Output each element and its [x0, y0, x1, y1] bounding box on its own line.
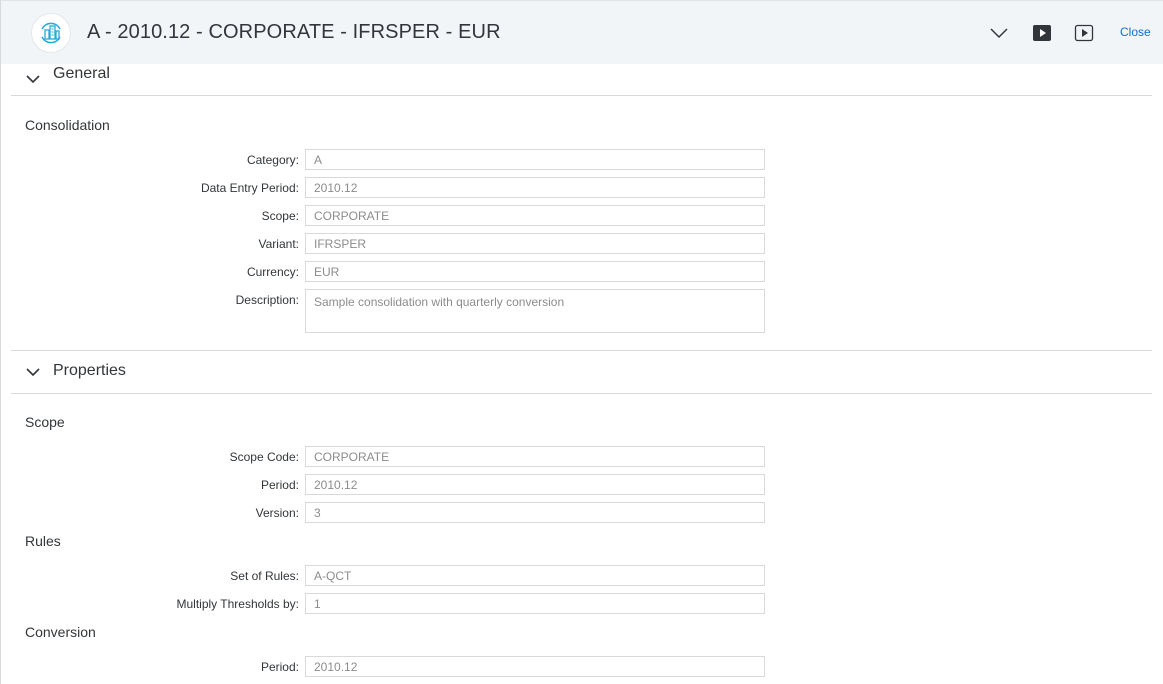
scope-code-label: Scope Code	[1, 450, 299, 464]
variant-field[interactable]: IFRSPER	[305, 233, 765, 254]
scope-field[interactable]: CORPORATE	[305, 205, 765, 226]
description-label: Description	[1, 293, 299, 307]
group-title-scope: Scope	[25, 414, 65, 430]
consolidation-logo-icon	[31, 13, 71, 53]
category-label: Category	[1, 153, 299, 167]
data-entry-period-field[interactable]: 2010.12	[305, 177, 765, 198]
object-header: A - 2010.12 - CORPORATE - IFRSPER - EUR …	[1, 0, 1163, 64]
section-general-title: General	[53, 65, 110, 82]
currency-label: Currency	[1, 265, 299, 279]
multiply-thresholds-field[interactable]: 1	[305, 593, 765, 614]
currency-field[interactable]: EUR	[305, 261, 765, 282]
page-title: A - 2010.12 - CORPORATE - IFRSPER - EUR	[87, 21, 501, 43]
group-title-conversion: Conversion	[25, 624, 96, 640]
category-field[interactable]: A	[305, 149, 765, 170]
scope-label: Scope	[1, 209, 299, 223]
play-filled-icon	[1033, 25, 1051, 41]
data-entry-period-label: Data Entry Period	[1, 181, 299, 195]
period-label: Period	[1, 478, 299, 492]
play-outline-icon	[1074, 24, 1094, 42]
variant-label: Variant	[1, 237, 299, 251]
set-of-rules-field[interactable]: A-QCT	[305, 565, 765, 586]
chevron-down-icon	[990, 28, 1008, 39]
close-link[interactable]: Close	[1120, 25, 1151, 39]
set-of-rules-label: Set of Rules	[1, 569, 299, 583]
version-field[interactable]: 3	[305, 502, 765, 523]
play-outline-button[interactable]	[1072, 21, 1096, 45]
chevron-down-icon	[26, 75, 40, 84]
collapse-header-button[interactable]	[987, 21, 1011, 45]
description-field[interactable]: Sample consolidation with quarterly conv…	[305, 289, 765, 333]
section-general-header[interactable]: General	[11, 64, 1152, 96]
multiply-thresholds-label: Multiply Thresholds by	[1, 597, 299, 611]
consolidation-window: A - 2010.12 - CORPORATE - IFRSPER - EUR …	[0, 0, 1163, 684]
section-properties-title: Properties	[53, 362, 126, 379]
conversion-period-label: Period	[1, 660, 299, 674]
scope-code-field[interactable]: CORPORATE	[305, 446, 765, 467]
play-filled-button[interactable]	[1030, 21, 1054, 45]
section-properties-header[interactable]: Properties	[11, 350, 1152, 394]
group-title-rules: Rules	[25, 533, 61, 549]
chevron-down-icon	[26, 368, 40, 377]
period-field[interactable]: 2010.12	[305, 474, 765, 495]
version-label: Version	[1, 506, 299, 520]
group-title-consolidation: Consolidation	[25, 117, 110, 133]
conversion-period-field[interactable]: 2010.12	[305, 656, 765, 677]
